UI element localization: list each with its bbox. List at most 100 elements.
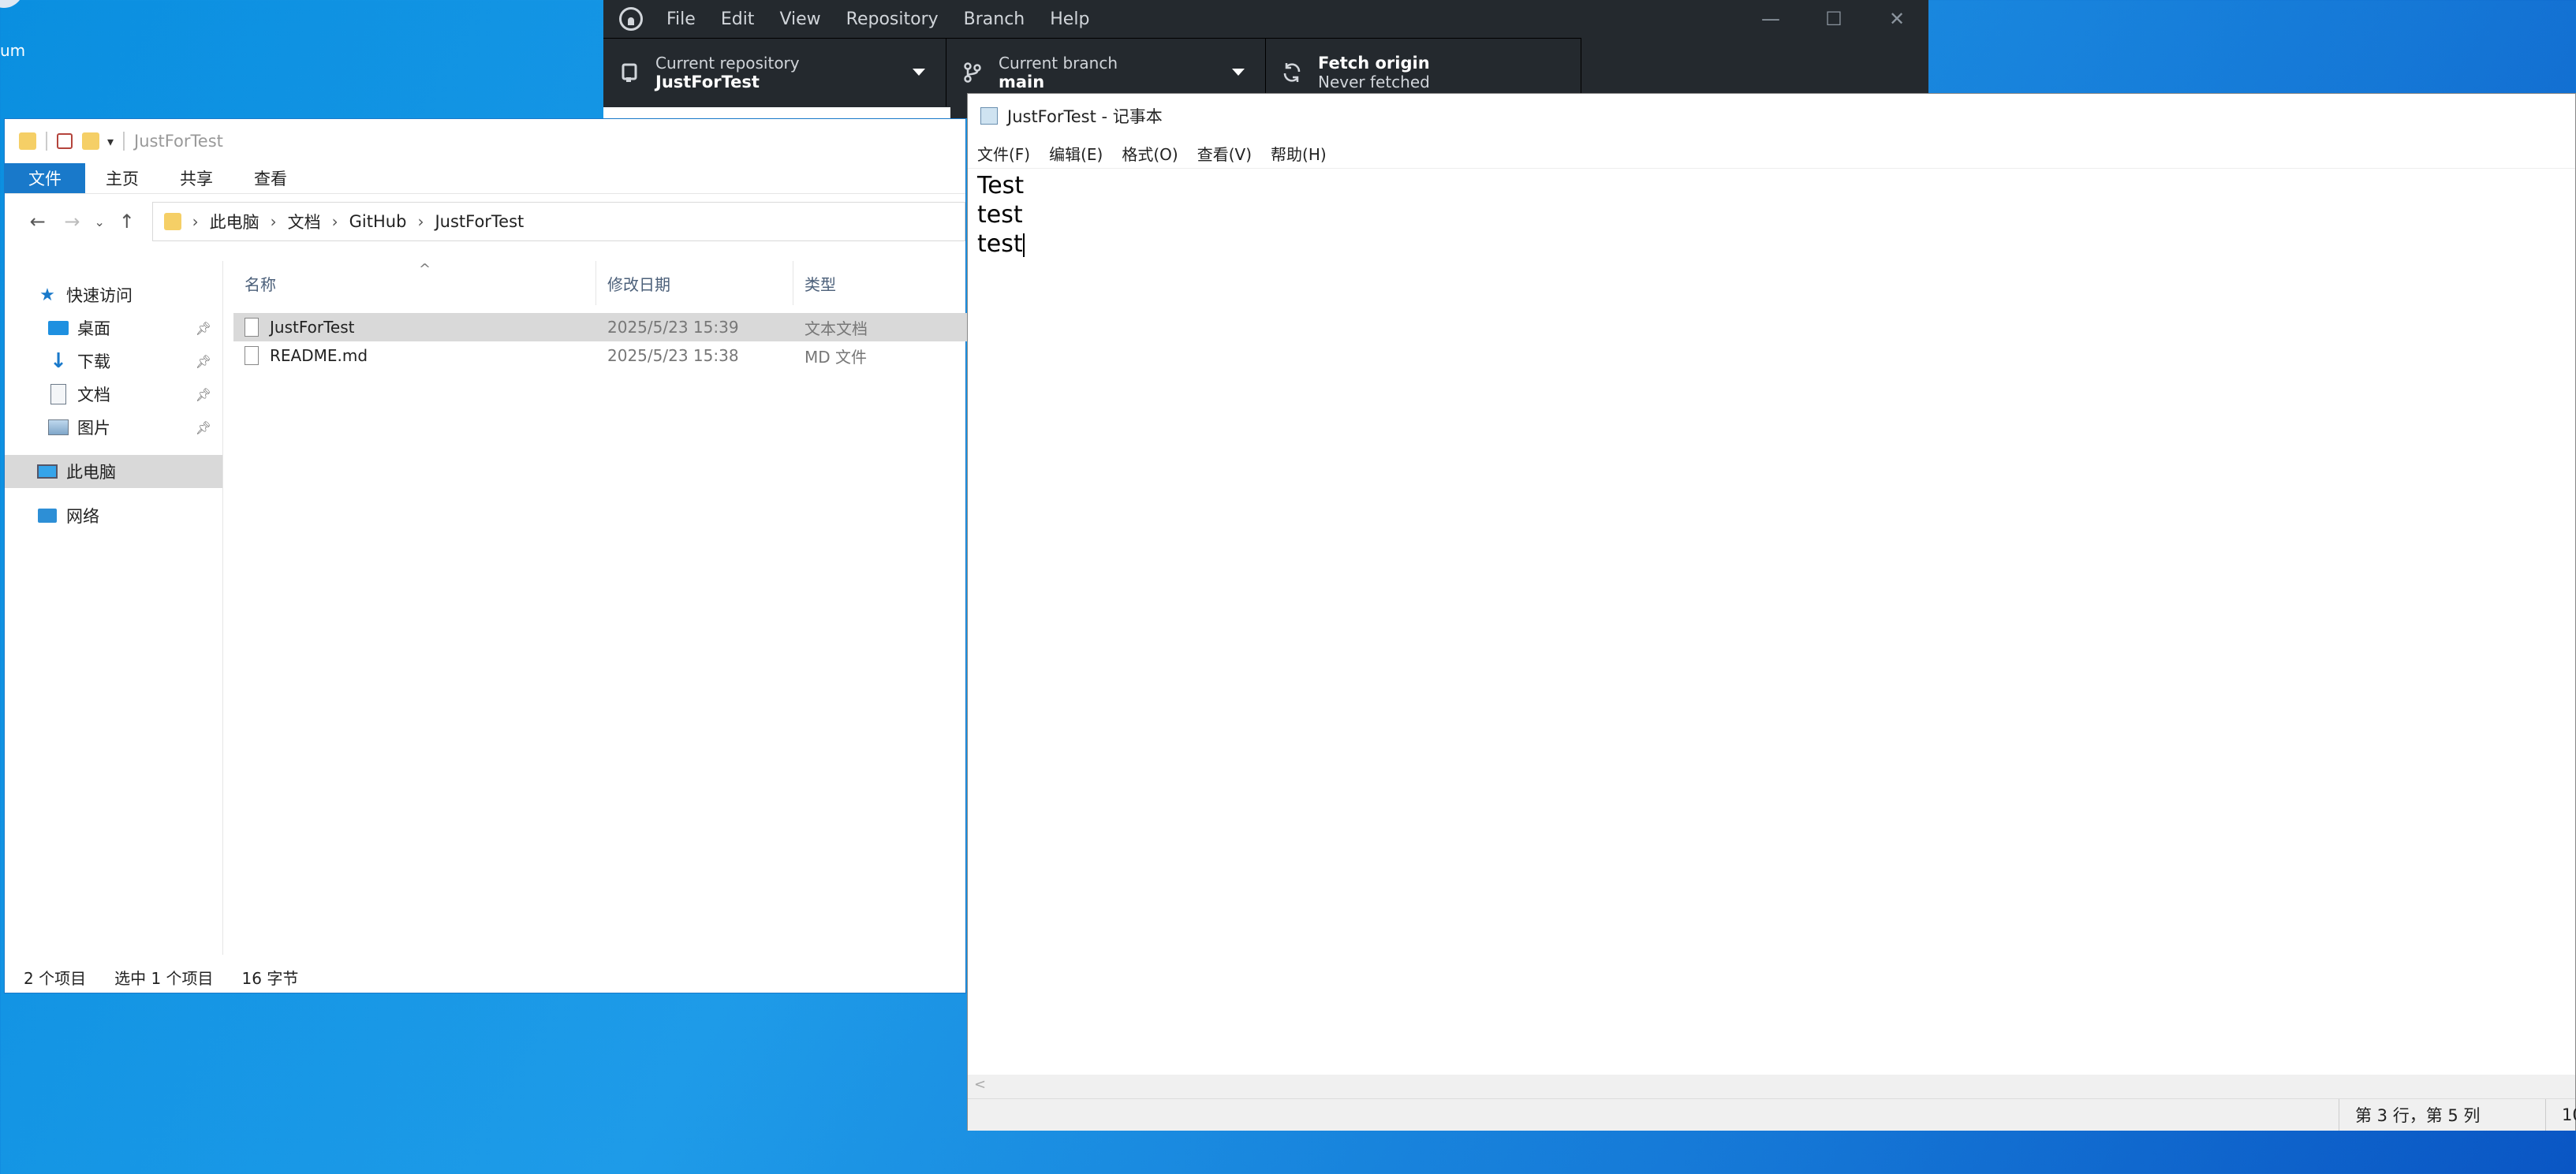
nav-item-label: 桌面 [77,319,110,338]
breadcrumb-chevron-icon[interactable]: › [417,212,424,231]
menu-help[interactable]: 帮助(H) [1271,142,1327,165]
pin-icon[interactable]: 📌︎ [196,321,211,336]
breadcrumb-this-pc[interactable]: 此电脑 [210,210,259,233]
current-branch-value: main [999,73,1045,91]
nav-item-this-pc[interactable]: 此电脑 [5,455,222,488]
pictures-icon [47,417,69,438]
file-row[interactable]: JustForTest 2025/5/23 15:39 文本文档 [233,313,967,341]
menu-file[interactable]: 文件(F) [977,142,1030,165]
breadcrumb-justfortest[interactable]: JustForTest [435,212,524,231]
desktop-app-icon[interactable] [0,0,24,8]
nav-item-desktop[interactable]: 桌面 📌︎ [5,311,222,345]
breadcrumb-chevron-icon[interactable]: › [192,212,199,231]
sync-icon [1282,62,1302,83]
cursor-position: 第 3 行，第 5 列 [2339,1099,2544,1131]
zoom-level: 100 [2545,1099,2576,1131]
notepad-icon [980,107,998,125]
pin-icon[interactable]: 📌︎ [196,420,211,435]
menu-edit[interactable]: 编辑(E) [1049,142,1103,165]
breadcrumb-chevron-icon[interactable]: › [332,212,338,231]
breadcrumb-chevron-icon[interactable]: › [271,212,277,231]
nav-this-pc-label: 此电脑 [66,463,116,482]
text-file-icon [245,318,259,337]
github-logo-icon [619,7,643,31]
explorer-ribbon: 文件 主页 共享 查看 [5,163,965,194]
ribbon-tab-file[interactable]: 文件 [5,163,85,193]
desktop-icon [47,318,69,338]
pin-icon[interactable]: 📌︎ [196,354,211,369]
column-name[interactable]: 名称 [233,261,596,305]
minimize-button[interactable]: — [1739,0,1802,38]
nav-quick-access-label: 快速访问 [66,286,133,305]
nav-item-documents[interactable]: 文档 📌︎ [5,378,222,411]
scroll-left-icon[interactable]: < [974,1076,986,1093]
column-type[interactable]: 类型 [793,261,967,305]
back-arrow-icon[interactable]: ← [21,211,55,233]
file-explorer-window: ▾ JustForTest 文件 主页 共享 查看 ← → ⌄ ↑ › 此电脑 … [4,118,967,993]
notepad-titlebar: JustForTest - 记事本 [968,94,2575,138]
computer-icon [36,461,58,482]
menu-view[interactable]: View [779,9,820,29]
properties-icon[interactable] [57,133,73,149]
menu-view[interactable]: 查看(V) [1197,142,1252,165]
text-line: test [977,201,1023,229]
ribbon-tab-share[interactable]: 共享 [159,163,233,193]
window-controls: — ☐ ✕ [1739,0,1928,38]
menu-repository[interactable]: Repository [846,9,939,29]
nav-quick-access[interactable]: ★ 快速访问 [5,278,222,311]
menu-file[interactable]: File [666,9,696,29]
nav-network-label: 网络 [66,507,99,526]
github-content-strip [603,107,950,118]
current-repository-value: JustForTest [655,73,760,91]
notepad-menubar: 文件(F) 编辑(E) 格式(O) 查看(V) 帮助(H) [968,138,2575,169]
explorer-address-row: ← → ⌄ ↑ › 此电脑 › 文档 › GitHub › JustForTes… [5,194,965,249]
menu-help[interactable]: Help [1050,9,1089,29]
breadcrumb-documents[interactable]: 文档 [288,210,321,233]
ribbon-tab-home[interactable]: 主页 [85,163,159,193]
sort-ascending-icon: ^ [419,261,431,278]
column-headers: ^ 名称 修改日期 类型 [233,261,967,305]
navigation-pane: ★ 快速访问 桌面 📌︎ ↓ 下载 📌︎ 文档 📌︎ 图片 📌︎ 此电脑 网络 [5,261,223,955]
repository-icon [619,62,640,83]
ribbon-tab-view[interactable]: 查看 [233,163,308,193]
new-folder-icon[interactable] [82,132,99,150]
notepad-text-area[interactable]: Test test test [977,171,1025,259]
notepad-window: JustForTest - 记事本 文件(F) 编辑(E) 格式(O) 查看(V… [967,93,2576,1131]
file-type: MD 文件 [805,347,868,367]
address-bar[interactable]: › 此电脑 › 文档 › GitHub › JustForTest [151,202,965,241]
current-repository-button[interactable]: Current repository JustForTest [603,39,946,106]
forward-arrow-icon[interactable]: → [55,211,90,233]
nav-item-pictures[interactable]: 图片 📌︎ [5,411,222,444]
notepad-status-bar: 第 3 行，第 5 列 100 [968,1098,2576,1131]
star-icon: ★ [39,285,55,305]
menu-format[interactable]: 格式(O) [1122,142,1178,165]
nav-item-network[interactable]: 网络 [5,499,222,532]
close-button[interactable]: ✕ [1865,0,1928,38]
file-modified: 2025/5/23 15:38 [607,346,739,365]
maximize-button[interactable]: ☐ [1802,0,1865,38]
nav-item-downloads[interactable]: ↓ 下载 📌︎ [5,345,222,378]
column-modified[interactable]: 修改日期 [596,261,793,305]
explorer-titlebar: ▾ JustForTest [5,119,965,163]
current-repository-label: Current repository [655,54,800,73]
file-row[interactable]: README.md 2025/5/23 15:38 MD 文件 [233,341,967,370]
recent-locations-chevron-icon[interactable]: ⌄ [89,214,110,229]
desktop-icon-label[interactable]: um [0,41,25,60]
quick-access-toolbar-dropdown-icon[interactable]: ▾ [107,134,114,149]
file-modified: 2025/5/23 15:39 [607,318,739,337]
pin-icon[interactable]: 📌︎ [196,387,211,402]
text-cursor [1022,233,1025,257]
file-type: 文本文档 [805,319,868,338]
explorer-status-bar: 2 个项目 选中 1 个项目 16 字节 [5,961,984,993]
folder-icon [19,132,36,150]
explorer-window-title: JustForTest [134,132,223,151]
fetch-origin-status: Never fetched [1318,73,1430,91]
up-arrow-icon[interactable]: ↑ [110,211,144,233]
menu-edit[interactable]: Edit [721,9,755,29]
menu-branch[interactable]: Branch [964,9,1025,29]
breadcrumb-github[interactable]: GitHub [349,212,407,231]
fetch-origin-label: Fetch origin [1318,54,1430,73]
network-icon [36,505,58,526]
horizontal-scrollbar[interactable]: < [968,1075,2575,1098]
branch-icon [962,62,983,83]
